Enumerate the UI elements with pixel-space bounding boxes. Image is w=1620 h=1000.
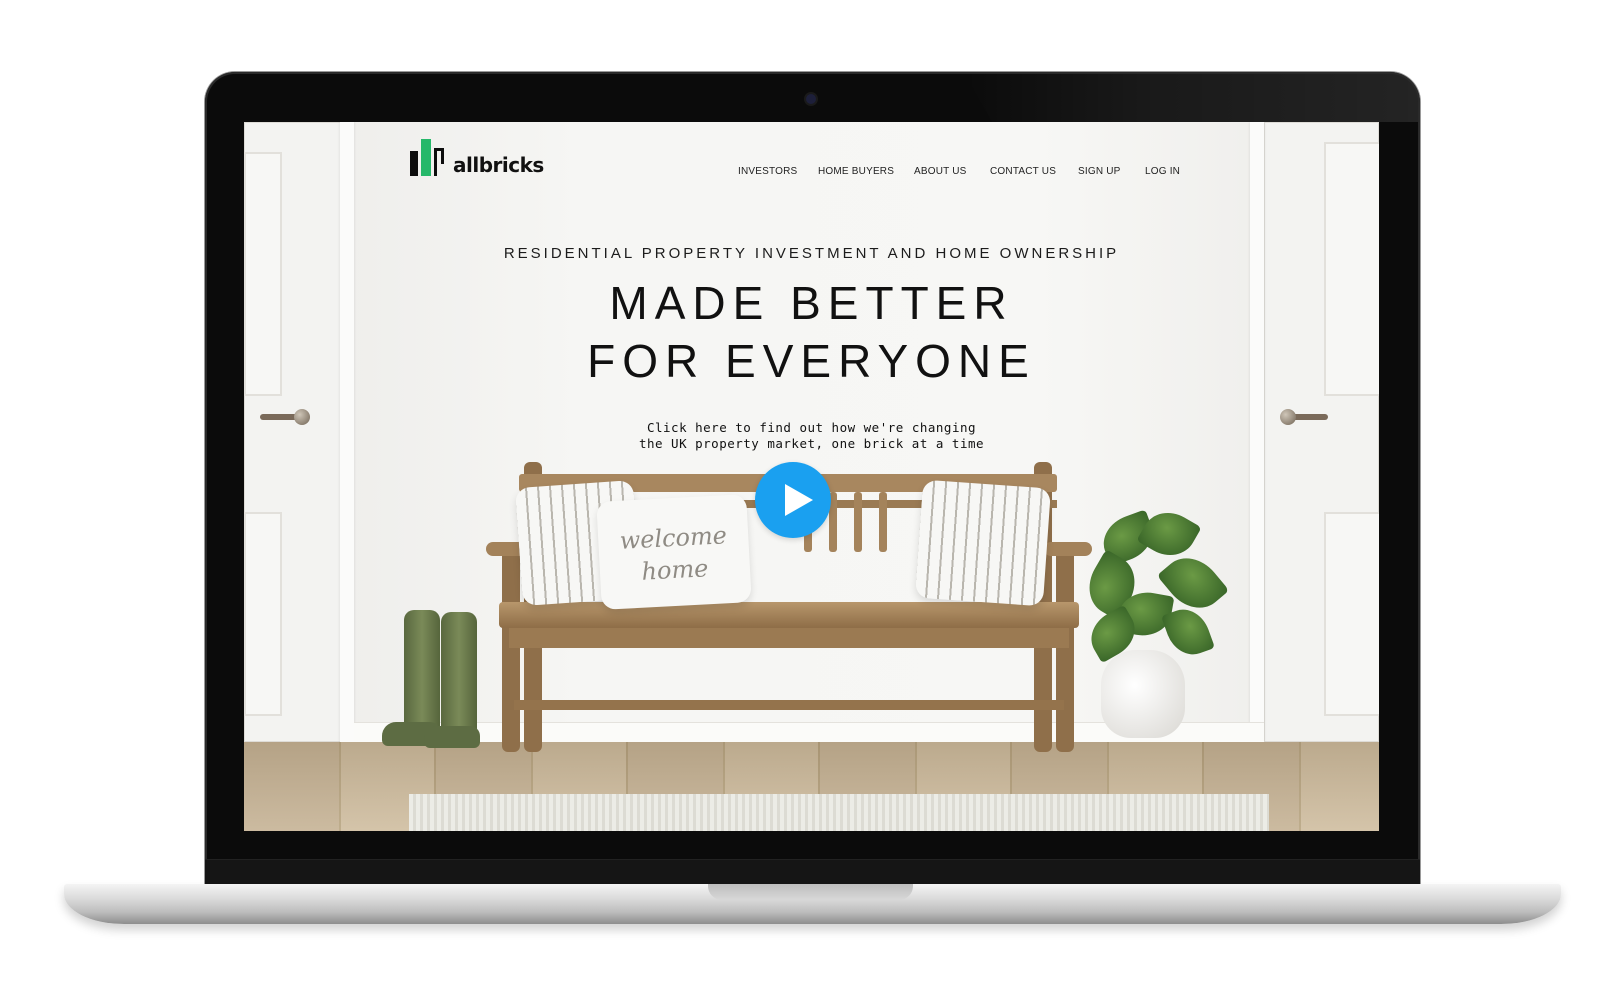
laptop-screen: welcome home allbricks INVESTORS HOME BU… xyxy=(244,122,1379,831)
door-panel xyxy=(1324,512,1379,716)
door-panel xyxy=(244,512,282,716)
headline-line-2: FOR EVERYONE xyxy=(587,335,1036,387)
play-video-button[interactable] xyxy=(755,462,831,538)
nav-investors[interactable]: INVESTORS xyxy=(738,166,797,177)
camera-icon xyxy=(806,94,816,104)
bottom-bezel xyxy=(205,859,1420,884)
rain-boot xyxy=(441,612,477,742)
nav-home-buyers[interactable]: HOME BUYERS xyxy=(818,166,894,177)
hero-headline: MADE BETTER FOR EVERYONE xyxy=(244,274,1379,390)
nav-contact-us[interactable]: CONTACT US xyxy=(990,166,1056,177)
base-notch xyxy=(708,884,913,900)
hero-cta-text[interactable]: Click here to find out how we're changin… xyxy=(244,420,1379,452)
rain-boot-foot xyxy=(424,726,480,748)
nav-about-us[interactable]: ABOUT US xyxy=(914,166,967,177)
rug xyxy=(409,794,1269,831)
cta-line-2[interactable]: the UK property market, one brick at a t… xyxy=(244,436,1379,452)
hero-eyebrow: RESIDENTIAL PROPERTY INVESTMENT AND HOME… xyxy=(503,245,1120,262)
bench-apron xyxy=(509,628,1069,648)
bench-seat xyxy=(499,602,1079,628)
bench-stretcher xyxy=(514,700,1064,710)
pillow-text-home: home xyxy=(640,554,710,586)
rain-boot xyxy=(404,610,440,740)
main-nav: INVESTORS HOME BUYERS ABOUT US CONTACT U… xyxy=(244,166,1379,182)
plant-pot xyxy=(1101,650,1185,738)
welcome-home-pillow: welcome home xyxy=(596,494,752,610)
nav-log-in[interactable]: LOG IN xyxy=(1145,166,1180,177)
lid-glare xyxy=(965,74,1418,122)
striped-pillow-right xyxy=(915,479,1051,607)
bench-spindle xyxy=(879,492,887,552)
nav-sign-up[interactable]: SIGN UP xyxy=(1078,166,1121,177)
laptop-base xyxy=(64,884,1561,924)
play-icon xyxy=(785,484,813,516)
pillow-text-welcome: welcome xyxy=(618,521,728,555)
headline-line-1: MADE BETTER xyxy=(609,277,1014,329)
bench-arm xyxy=(1044,542,1092,556)
cta-line-1[interactable]: Click here to find out how we're changin… xyxy=(244,420,1379,436)
bench-spindle xyxy=(854,492,862,552)
